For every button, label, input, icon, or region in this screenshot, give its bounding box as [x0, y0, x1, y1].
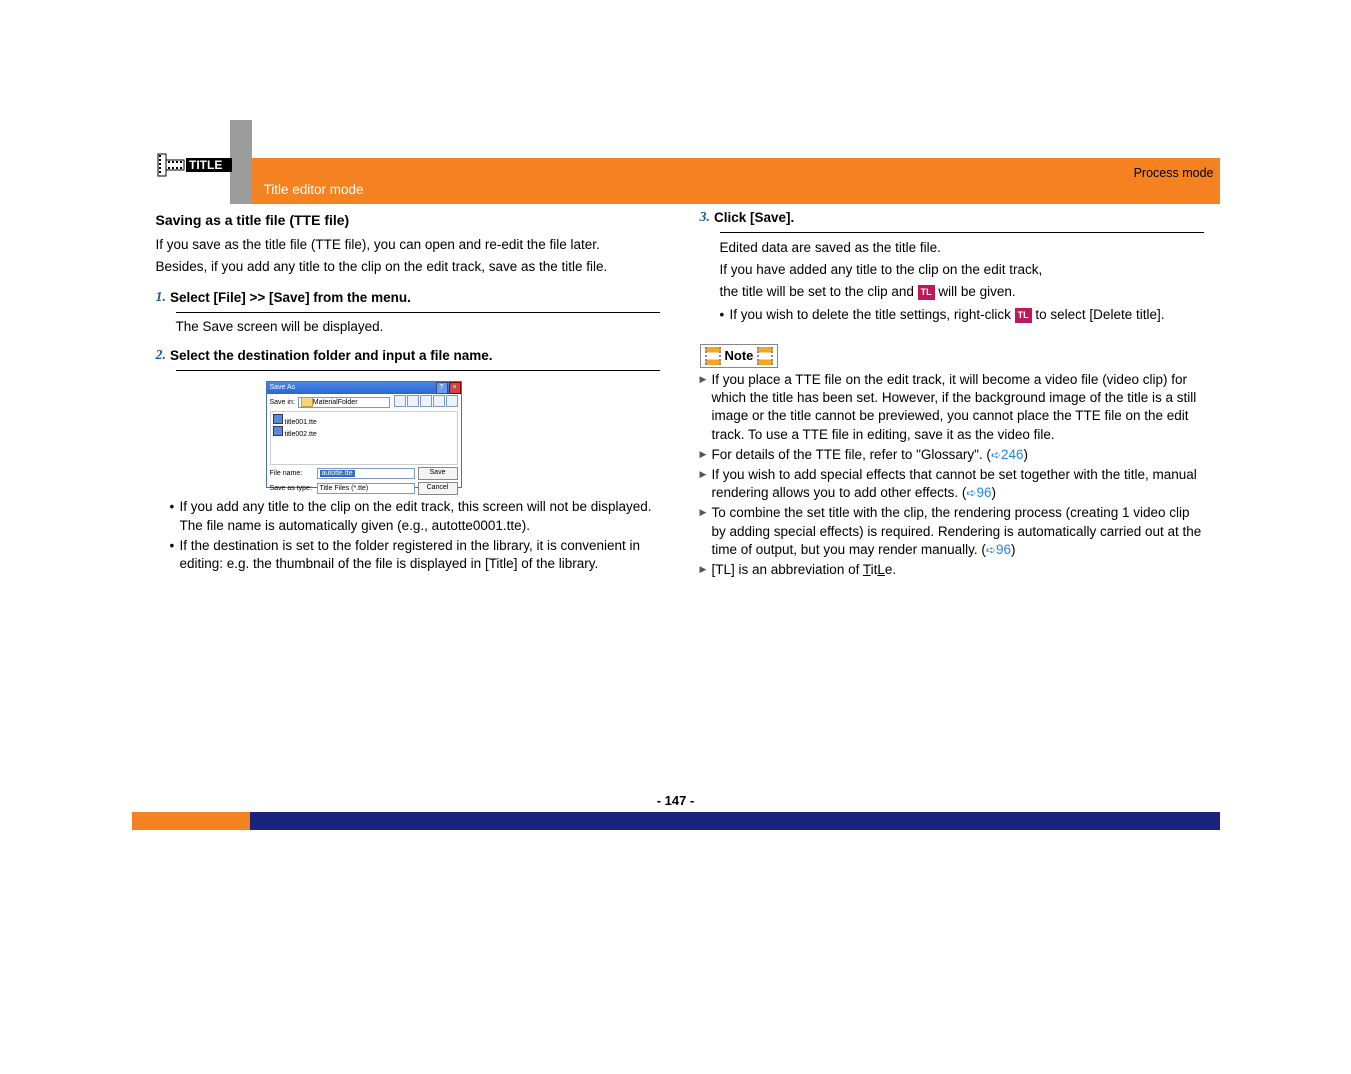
file-list-area: title001.tte title002.tte — [270, 411, 458, 465]
svg-text:TITLE: TITLE — [189, 158, 222, 172]
note-list: If you place a TTE file on the edit trac… — [700, 371, 1204, 579]
intro-paragraph-1: If you save as the title file (TTE file)… — [156, 236, 660, 254]
step-3: 3. Click [Save]. — [700, 210, 1204, 226]
step-1: 1. Select [File] >> [Save] from the menu… — [156, 290, 660, 306]
section-title: Title editor mode — [264, 182, 364, 197]
file-icon — [273, 414, 283, 424]
note-item-1: If you place a TTE file on the edit trac… — [700, 371, 1204, 444]
link-arrow-icon: ➪ — [991, 448, 1001, 462]
left-column: Saving as a title file (TTE file) If you… — [148, 208, 660, 581]
title-filmstrip-icon: TITLE — [156, 146, 234, 184]
dialog-title-text: Save As — [270, 382, 296, 394]
note-label: Note — [725, 348, 754, 363]
step-2: 2. Select the destination folder and inp… — [156, 348, 660, 364]
step-2-number: 2. — [156, 348, 171, 364]
note-item-3: If you wish to add special effects that … — [700, 466, 1204, 502]
step-1-divider — [176, 312, 660, 313]
step-1-sub: The Save screen will be displayed. — [176, 319, 660, 334]
r-bullet-delete: If you wish to delete the title settings… — [720, 306, 1204, 324]
step3-sub: Edited data are saved as the title file.… — [720, 239, 1204, 324]
process-mode-label: Process mode — [1134, 166, 1214, 180]
save-as-dialog-screenshot: Save As ?× Save in: MaterialFolder title… — [266, 381, 462, 488]
note-item-5: [TL] is an abbreviation of TitLe. — [700, 561, 1204, 579]
savein-label: Save in: — [270, 399, 295, 406]
r-para-1: Edited data are saved as the title file. — [720, 239, 1204, 257]
r-para-2: If you have added any title to the clip … — [720, 261, 1204, 279]
left-bullet-2: If the destination is set to the folder … — [170, 537, 660, 573]
note-film-icon — [757, 347, 773, 365]
cancel-button: Cancel — [418, 482, 458, 495]
savetype-field: Title Files (*.tte) — [317, 483, 415, 494]
footer-orange-bar — [132, 812, 250, 830]
savein-field: MaterialFolder — [298, 397, 390, 408]
note-item-2: For details of the TTE file, refer to "G… — [700, 446, 1204, 464]
step-3-divider — [720, 232, 1204, 233]
link-arrow-icon: ➪ — [966, 486, 976, 500]
left-bullets: If you add any title to the clip on the … — [170, 498, 660, 573]
page-number: - 147 - — [132, 793, 1220, 808]
step-2-text: Select the destination folder and input … — [170, 348, 493, 363]
link-arrow-icon: ➪ — [986, 543, 996, 557]
page-header: TITLE Process mode Title editor mode — [132, 120, 1220, 202]
step-1-text: Select [File] >> [Save] from the menu. — [170, 290, 411, 305]
note-item-4: To combine the set title with the clip, … — [700, 504, 1204, 559]
step-3-number: 3. — [700, 210, 715, 226]
footer-blue-bar — [132, 812, 1220, 830]
left-heading: Saving as a title file (TTE file) — [156, 212, 660, 228]
step-2-divider — [176, 370, 660, 371]
dialog-window-buttons: ?× — [435, 382, 461, 394]
step-3-text: Click [Save]. — [714, 210, 794, 225]
file-icon — [273, 426, 283, 436]
filename-label: File name: — [270, 470, 314, 477]
header-orange-bar — [132, 158, 1220, 204]
filename-field: autotte.tte — [317, 468, 415, 479]
folder-icon — [301, 397, 313, 407]
step-1-number: 1. — [156, 290, 171, 306]
right-column: 3. Click [Save]. Edited data are saved a… — [700, 208, 1204, 581]
intro-paragraph-2: Besides, if you add any title to the cli… — [156, 258, 660, 276]
page-link-246[interactable]: 246 — [1001, 447, 1024, 462]
r-para-3: the title will be set to the clip and TL… — [720, 283, 1204, 301]
page-link-96-b[interactable]: 96 — [996, 542, 1011, 557]
note-box: Note — [700, 344, 779, 368]
page-link-96[interactable]: 96 — [976, 485, 991, 500]
note-film-icon — [705, 347, 721, 365]
left-bullet-1: If you add any title to the clip on the … — [170, 498, 660, 534]
tl-clip-icon: TL — [918, 285, 935, 300]
save-button: Save — [418, 467, 458, 480]
savetype-label: Save as type: — [270, 485, 314, 492]
tl-clip-icon: TL — [1015, 308, 1032, 323]
dialog-titlebar: Save As ?× — [267, 382, 461, 394]
dialog-nav-icons — [393, 395, 458, 409]
